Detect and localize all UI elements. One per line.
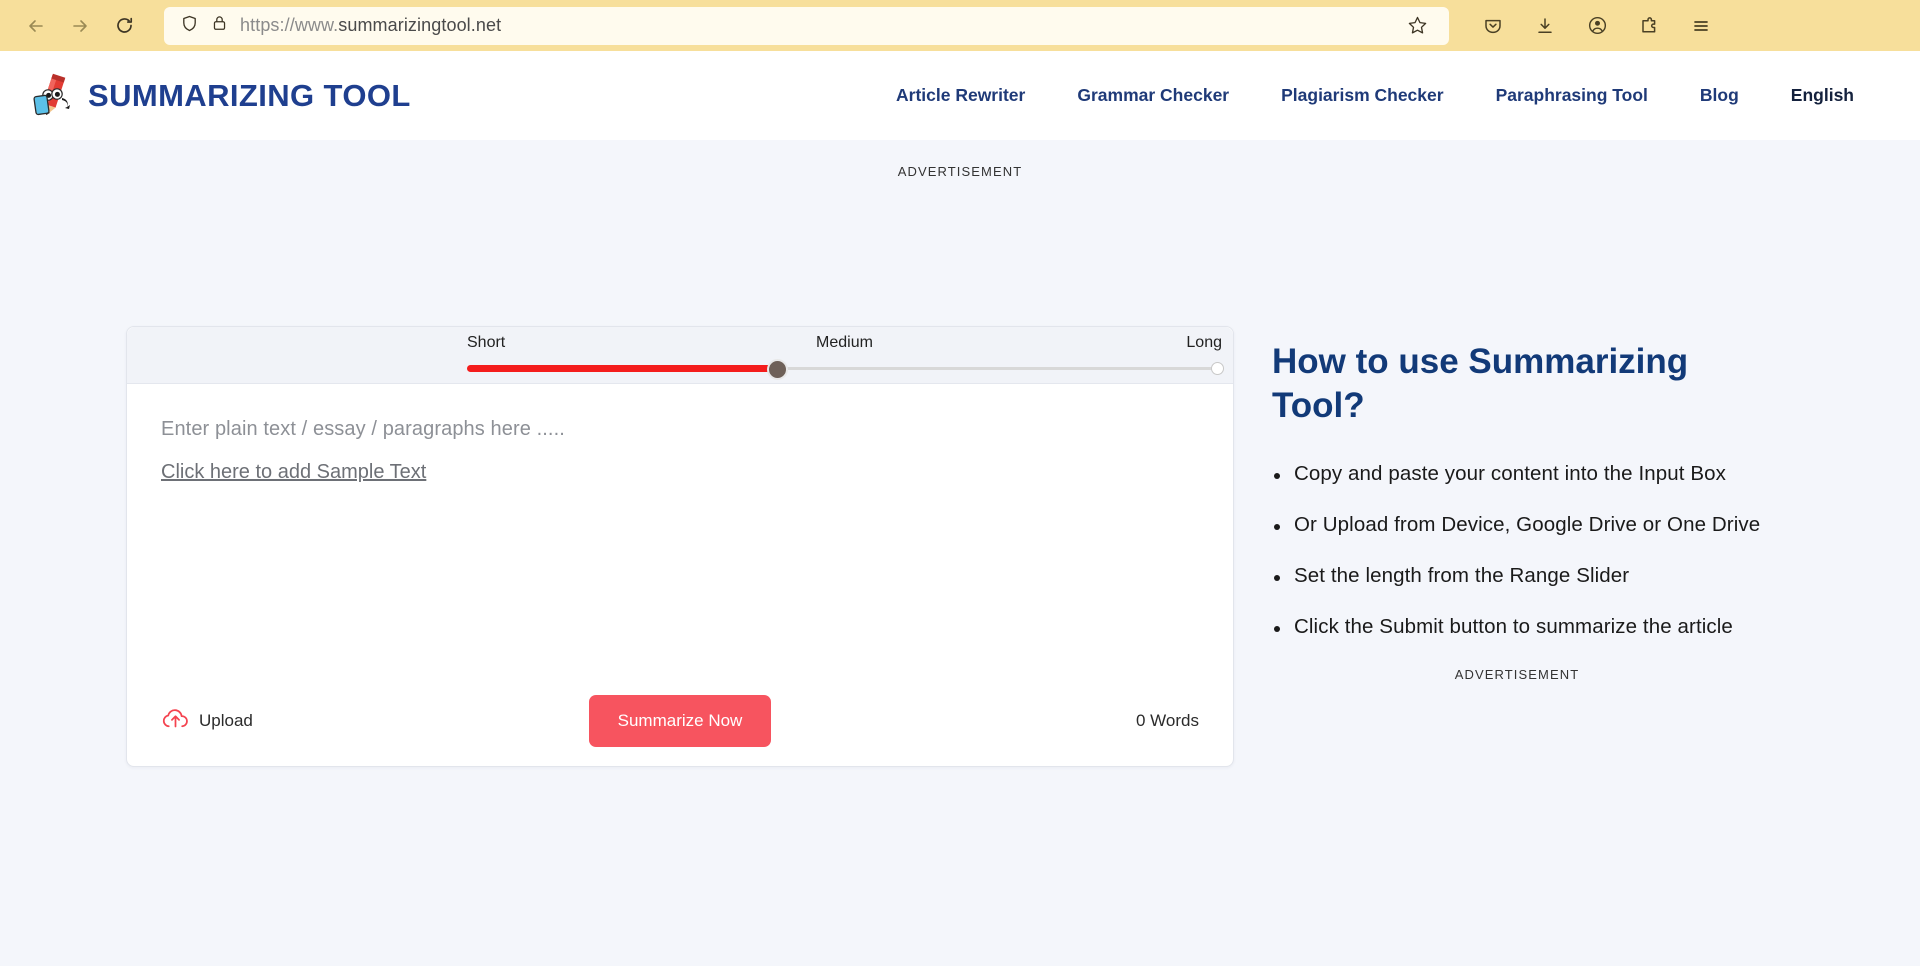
- url-domain: summarizingtool.net: [338, 15, 501, 35]
- slider-thumb[interactable]: [767, 359, 788, 380]
- nav-item-language[interactable]: English: [1791, 85, 1854, 106]
- slider-label-long: Long: [1186, 334, 1222, 352]
- nav-item-article-rewriter[interactable]: Article Rewriter: [896, 85, 1025, 106]
- cloud-upload-icon: [161, 707, 190, 736]
- list-item: Or Upload from Device, Google Drive or O…: [1272, 513, 1832, 537]
- main-content: Short Medium Long Enter plain text / ess…: [126, 326, 1840, 767]
- extensions-button[interactable]: [1631, 9, 1667, 43]
- page-body: ADVERTISEMENT Short Medium Long Enter: [0, 140, 1920, 966]
- advertisement-label-sidebar: ADVERTISEMENT: [1272, 667, 1832, 682]
- back-button[interactable]: [14, 7, 58, 45]
- pencil-mascot-logo-icon: [26, 70, 78, 122]
- lock-icon[interactable]: [211, 14, 228, 37]
- download-icon: [1535, 16, 1555, 36]
- forward-arrow-icon: [70, 16, 90, 36]
- reload-icon: [114, 15, 135, 36]
- length-range-slider[interactable]: Short Medium Long: [467, 334, 1222, 379]
- star-icon: [1407, 15, 1428, 36]
- word-count-label: 0 Words: [1136, 711, 1199, 731]
- nav-item-grammar-checker[interactable]: Grammar Checker: [1077, 85, 1229, 106]
- upload-label: Upload: [199, 711, 253, 731]
- site-header: SUMMARIZING TOOL Article Rewriter Gramma…: [0, 51, 1920, 140]
- app-menu-button[interactable]: [1683, 9, 1719, 43]
- extensions-icon: [1639, 16, 1659, 36]
- browser-toolbar: https://www.summarizingtool.net: [0, 0, 1920, 51]
- shield-icon[interactable]: [180, 14, 199, 38]
- forward-button[interactable]: [58, 7, 102, 45]
- slider-label-medium: Medium: [816, 334, 873, 352]
- nav-item-plagiarism-checker[interactable]: Plagiarism Checker: [1281, 85, 1443, 106]
- logo-text: SUMMARIZING TOOL: [88, 78, 411, 114]
- add-sample-text-link[interactable]: Click here to add Sample Text: [161, 461, 426, 484]
- summarizer-card: Short Medium Long Enter plain text / ess…: [126, 326, 1234, 767]
- hamburger-menu-icon: [1691, 16, 1711, 36]
- list-item: Set the length from the Range Slider: [1272, 564, 1832, 588]
- url-text[interactable]: https://www.summarizingtool.net: [240, 15, 1383, 36]
- slider-end-marker: [1211, 362, 1224, 375]
- slider-label-short: Short: [467, 334, 505, 352]
- browser-actions: [1475, 9, 1719, 43]
- slider-labels: Short Medium Long: [467, 334, 1222, 356]
- pocket-button[interactable]: [1475, 9, 1511, 43]
- advertisement-label-top: ADVERTISEMENT: [0, 164, 1920, 179]
- how-to-steps-list: Copy and paste your content into the Inp…: [1272, 462, 1832, 639]
- summarize-now-button[interactable]: Summarize Now: [589, 695, 771, 747]
- back-arrow-icon: [26, 16, 46, 36]
- nav-item-paraphrasing-tool[interactable]: Paraphrasing Tool: [1496, 85, 1648, 106]
- reload-button[interactable]: [102, 7, 146, 45]
- account-button[interactable]: [1579, 9, 1615, 43]
- card-footer-toolbar: Upload Summarize Now 0 Words: [127, 676, 1233, 766]
- how-to-sidebar: How to use Summarizing Tool? Copy and pa…: [1272, 326, 1832, 682]
- text-input-area[interactable]: Enter plain text / essay / paragraphs he…: [127, 384, 1233, 676]
- downloads-button[interactable]: [1527, 9, 1563, 43]
- slider-filled-track: [467, 365, 777, 372]
- main-navigation: Article Rewriter Grammar Checker Plagiar…: [896, 85, 1864, 106]
- pocket-save-icon: [1483, 16, 1503, 36]
- list-item: Click the Submit button to summarize the…: [1272, 615, 1832, 639]
- url-scheme: https://www.: [240, 15, 338, 35]
- sidebar-title: How to use Summarizing Tool?: [1272, 340, 1742, 428]
- bookmark-button[interactable]: [1395, 7, 1439, 45]
- site-logo[interactable]: SUMMARIZING TOOL: [26, 70, 411, 122]
- slider-track-wrapper[interactable]: [467, 359, 1222, 379]
- list-item: Copy and paste your content into the Inp…: [1272, 462, 1832, 486]
- address-bar[interactable]: https://www.summarizingtool.net: [164, 7, 1449, 45]
- account-icon: [1587, 15, 1608, 36]
- upload-button[interactable]: Upload: [161, 707, 253, 736]
- editor-placeholder: Enter plain text / essay / paragraphs he…: [161, 418, 1199, 441]
- nav-item-blog[interactable]: Blog: [1700, 85, 1739, 106]
